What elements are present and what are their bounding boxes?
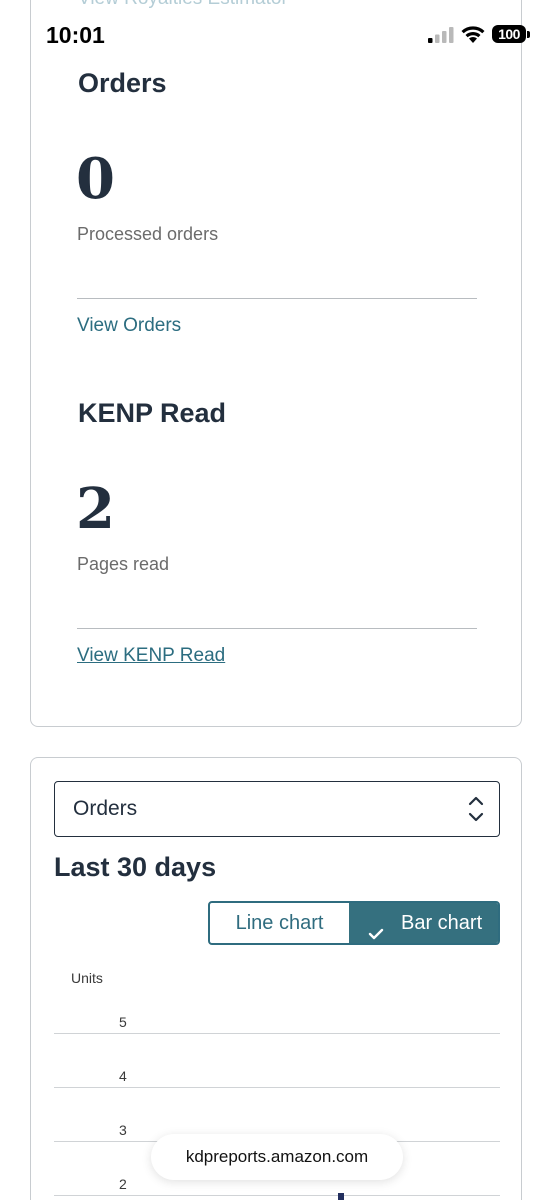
- cellular-signal-icon: [428, 27, 454, 48]
- bar-mark: [338, 1193, 344, 1200]
- chart-type-toggle: Line chart Bar chart: [208, 901, 500, 945]
- url-bar[interactable]: kdpreports.amazon.com: [151, 1134, 403, 1180]
- line-chart-option[interactable]: Line chart: [210, 903, 349, 943]
- kenp-count: 2: [76, 476, 115, 542]
- page: View Royalties Estimator 10:01 100 Order…: [0, 0, 554, 1200]
- orders-section-title: Orders: [78, 68, 167, 98]
- kenp-section-title: KENP Read: [78, 398, 227, 428]
- bar-chart-option-label: Bar chart: [401, 912, 483, 934]
- metric-select-value: Orders: [73, 797, 138, 820]
- view-kenp-read-link[interactable]: View KENP Read: [77, 645, 225, 667]
- kenp-count-label: Pages read: [77, 554, 170, 574]
- checkmark-icon: [368, 915, 384, 943]
- gridline-2: [54, 1195, 500, 1196]
- chevron-up-down-icon: [467, 794, 485, 829]
- y-tick-label: 3: [119, 1122, 127, 1138]
- wifi-icon: [460, 24, 486, 49]
- orders-count-label: Processed orders: [77, 224, 219, 244]
- kenp-divider: [77, 628, 477, 629]
- y-tick-label: 4: [119, 1068, 127, 1084]
- status-bar: 10:01 100: [0, 0, 554, 70]
- gridline-5: [54, 1033, 500, 1034]
- y-tick-label: 2: [119, 1176, 127, 1192]
- metric-select[interactable]: Orders: [54, 781, 500, 837]
- bar-chart-option[interactable]: Bar chart: [349, 903, 498, 943]
- gridline-4: [54, 1087, 500, 1088]
- orders-count: 0: [76, 146, 115, 212]
- y-axis-title: Units: [71, 970, 103, 986]
- orders-divider: [77, 298, 477, 299]
- summary-card: [30, 0, 522, 727]
- battery-level: 100: [492, 25, 526, 43]
- view-orders-link[interactable]: View Orders: [77, 315, 181, 337]
- status-time: 10:01: [46, 22, 105, 48]
- battery-cap-icon: [527, 31, 530, 38]
- period-title: Last 30 days: [54, 852, 217, 882]
- y-tick-label: 5: [119, 1014, 127, 1030]
